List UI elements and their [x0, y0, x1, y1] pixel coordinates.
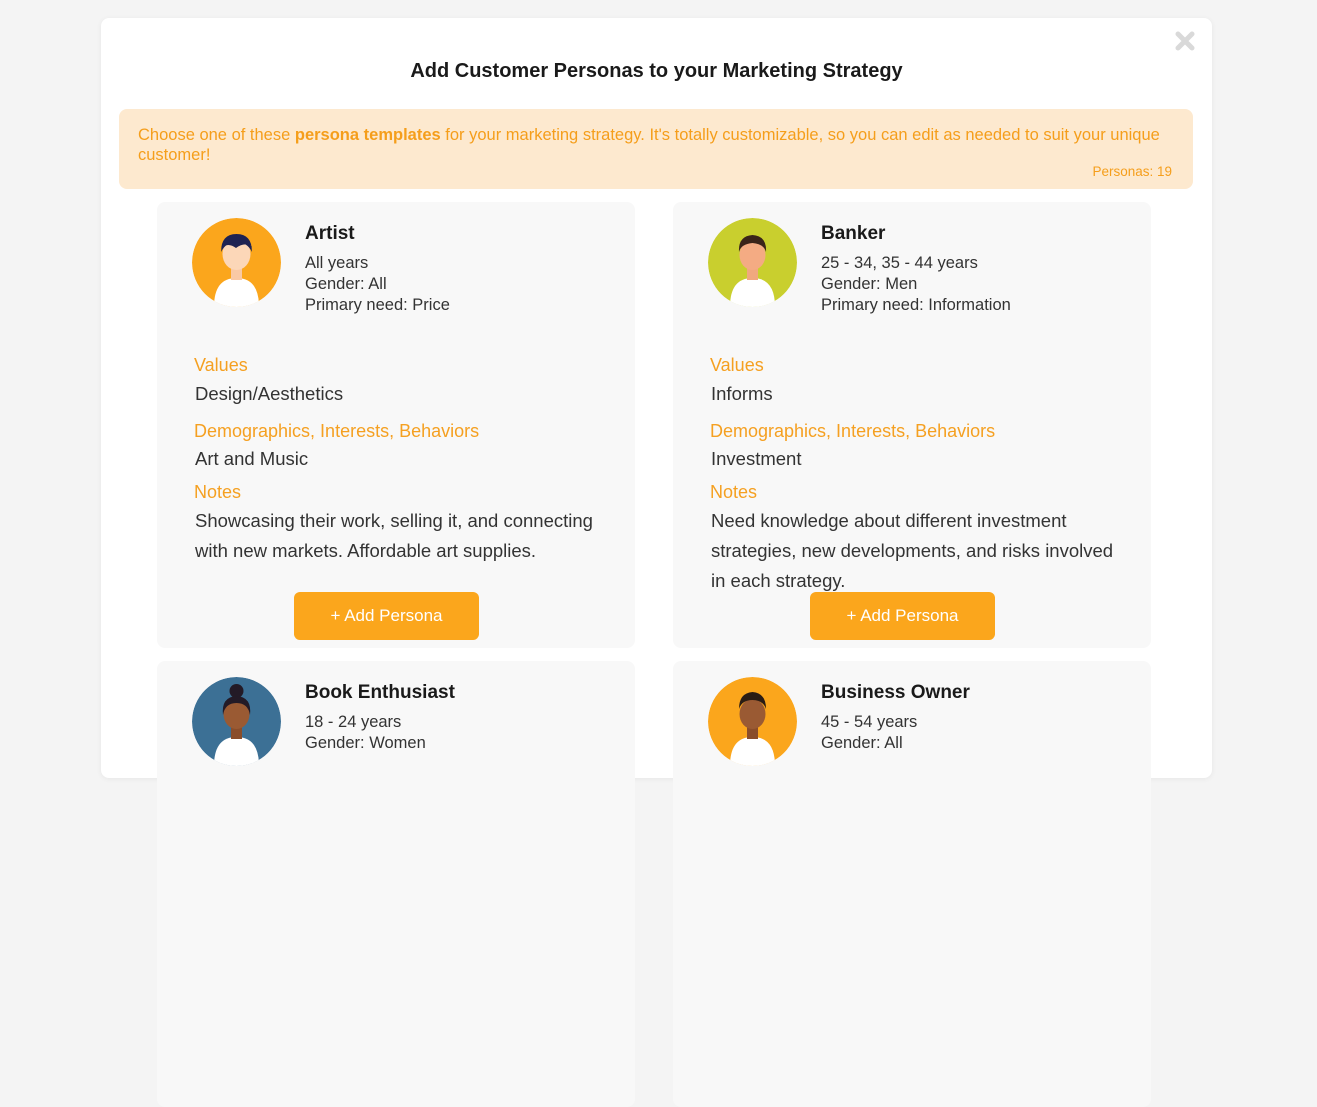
persona-info: 45 - 54 years Gender: All	[821, 712, 917, 754]
demographics-text: Investment	[711, 448, 802, 469]
persona-need: Primary need: Information	[821, 296, 1011, 314]
persona-info: 25 - 34, 35 - 44 years Gender: Men Prima…	[821, 253, 1011, 316]
persona-name: Book Enthusiast	[305, 682, 455, 703]
persona-gender: Gender: Women	[305, 734, 426, 752]
persona-gender: Gender: All	[821, 734, 903, 752]
banner-text-bold: persona templates	[294, 126, 441, 144]
persona-gender: Gender: Men	[821, 275, 918, 293]
modal-title: Add Customer Personas to your Marketing …	[410, 60, 903, 82]
persona-need: Primary need: Price	[305, 296, 450, 314]
demographics-label: Demographics, Interests, Behaviors	[194, 421, 480, 441]
notes-label: Notes	[194, 482, 242, 502]
persona-card-artist: Artist All years Gender: All Primary nee…	[157, 202, 635, 648]
values-label: Values	[194, 355, 248, 375]
persona-card-business-owner: Business Owner 45 - 54 years Gender: All	[673, 661, 1151, 1107]
book-enthusiast-avatar-icon	[192, 677, 281, 766]
persona-age: 18 - 24 years	[305, 713, 402, 731]
banker-avatar-icon	[708, 218, 797, 307]
info-banner: Choose one of these persona templates fo…	[119, 109, 1193, 189]
persona-name: Business Owner	[821, 682, 970, 703]
persona-name: Banker	[821, 223, 886, 244]
demographics-text: Art and Music	[195, 448, 309, 469]
persona-age: 25 - 34, 35 - 44 years	[821, 254, 978, 272]
artist-avatar-icon	[192, 218, 281, 307]
values-text: Informs	[711, 383, 773, 404]
business-owner-avatar-icon	[708, 677, 797, 766]
add-persona-button[interactable]: + Add Persona	[294, 592, 479, 640]
notes-label: Notes	[710, 482, 758, 502]
persona-card-book-enthusiast: Book Enthusiast 18 - 24 years Gender: Wo…	[157, 661, 635, 1107]
persona-modal: Add Customer Personas to your Marketing …	[101, 18, 1212, 1107]
add-persona-button[interactable]: + Add Persona	[810, 592, 995, 640]
persona-age: 45 - 54 years	[821, 713, 918, 731]
persona-card-banker: Banker 25 - 34, 35 - 44 years Gender: Me…	[673, 202, 1151, 648]
values-text: Design/Aesthetics	[195, 383, 344, 404]
banner-text-start: Choose one of these	[138, 126, 295, 144]
demographics-label: Demographics, Interests, Behaviors	[710, 421, 996, 441]
persona-info: All years Gender: All Primary need: Pric…	[305, 253, 450, 316]
values-label: Values	[710, 355, 764, 375]
persona-gender: Gender: All	[305, 275, 387, 293]
persona-count: Personas: 19	[1092, 164, 1172, 179]
close-icon[interactable]	[1174, 30, 1196, 52]
persona-info: 18 - 24 years Gender: Women	[305, 712, 426, 754]
notes-text: Need knowledge about different investmen…	[711, 510, 1114, 591]
notes-text: Showcasing their work, selling it, and c…	[195, 510, 593, 561]
persona-name: Artist	[305, 223, 355, 244]
persona-age: All years	[305, 254, 369, 272]
